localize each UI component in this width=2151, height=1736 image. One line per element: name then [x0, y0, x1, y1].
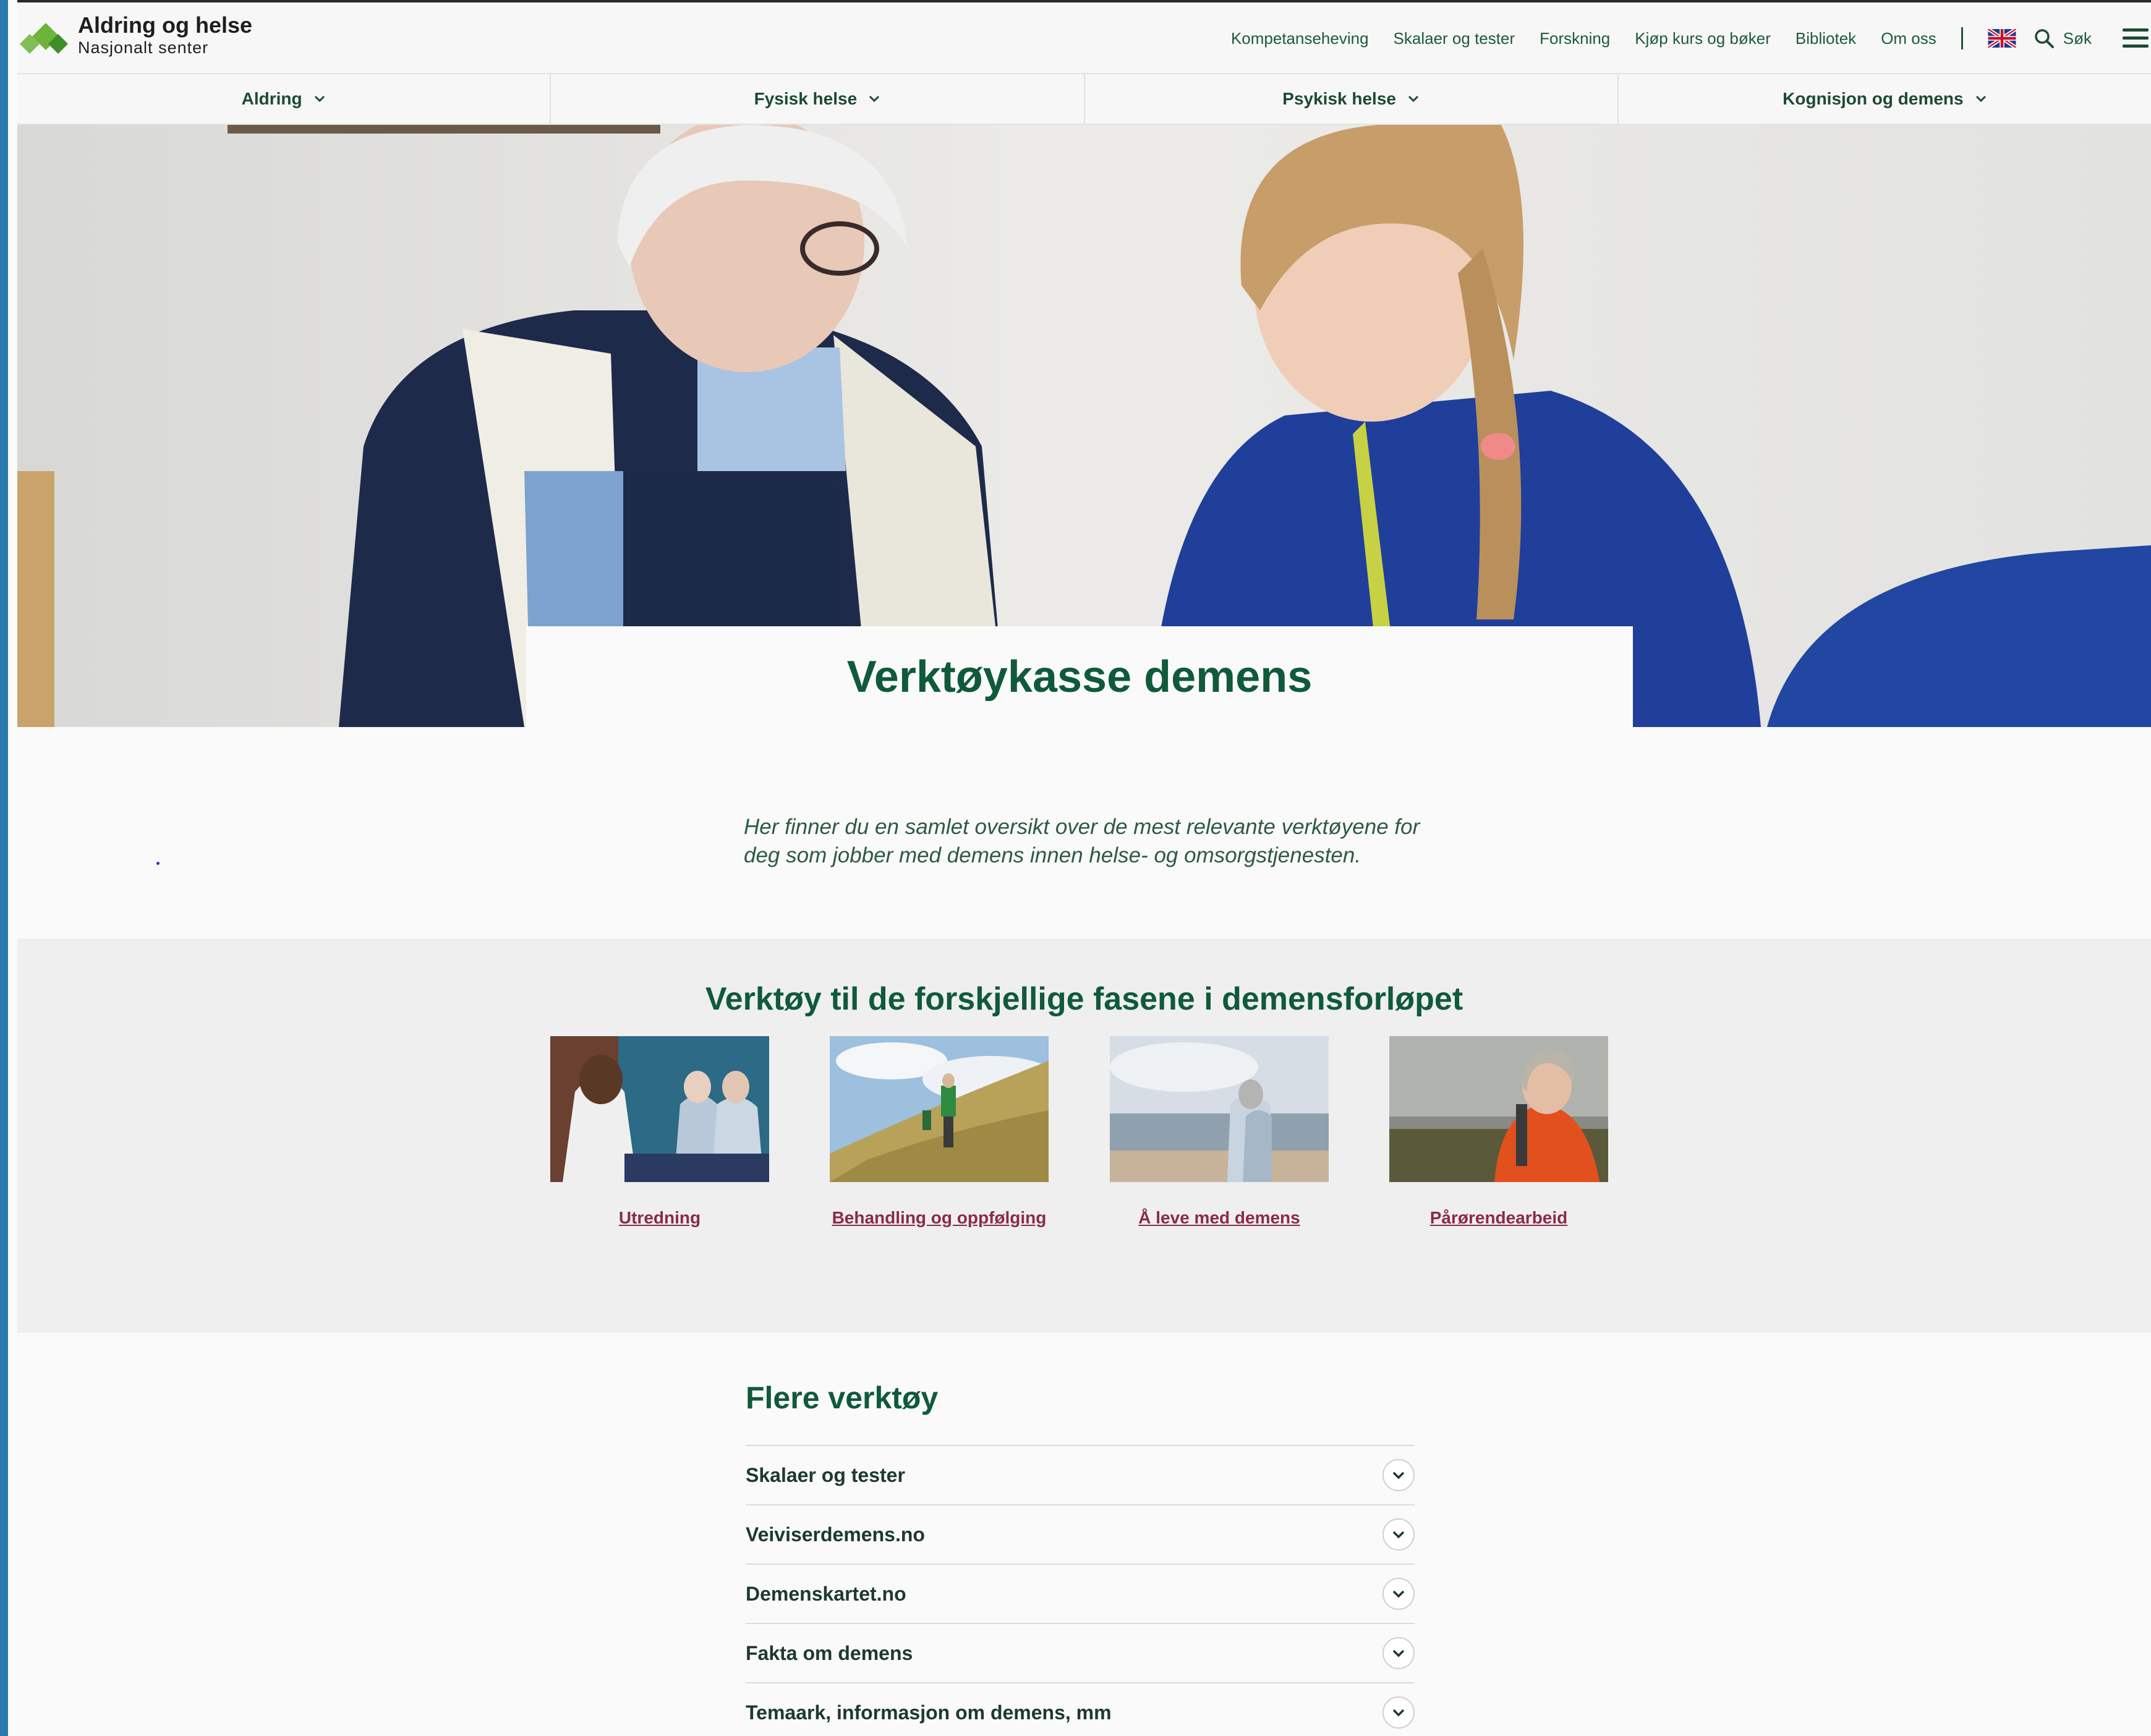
phase-card-utredning: Utredning — [550, 1036, 769, 1229]
chevron-down-icon[interactable] — [1382, 1578, 1415, 1610]
mainnav-aldring[interactable]: Aldring — [17, 74, 552, 124]
chevron-down-icon — [1408, 95, 1419, 103]
mainnav-fysisk-helse[interactable]: Fysisk helse — [551, 74, 1085, 124]
more-tools-title: Flere verktøy — [746, 1381, 939, 1415]
hamburger-menu-icon[interactable] — [2120, 26, 2151, 51]
chevron-down-icon — [869, 95, 880, 103]
accordion-item-skalaer[interactable]: Skalaer og tester — [746, 1445, 1415, 1504]
brand-name[interactable]: Aldring og helse — [78, 12, 252, 38]
site-header: Aldring og helse Nasjonalt senter Kompet… — [17, 0, 2151, 74]
phase-link-behandling[interactable]: Behandling og oppfølging — [830, 1207, 1049, 1229]
topnav-bibliotek[interactable]: Bibliotek — [1795, 29, 1856, 48]
phase-card-behandling: Behandling og oppfølging — [830, 1036, 1049, 1229]
accordion-item-demenskartet[interactable]: Demenskartet.no — [746, 1564, 1415, 1623]
main-navigation: Aldring Fysisk helse Psykisk helse Kogni… — [17, 74, 2151, 125]
phases-title: Verktøy til de forskjellige fasene i dem… — [705, 981, 1463, 1017]
search-icon[interactable] — [2034, 28, 2055, 49]
topnav-kompetanseheving[interactable]: Kompetanseheving — [1231, 29, 1369, 48]
chevron-down-icon — [1975, 95, 1986, 103]
phase-link-parorendearbeid[interactable]: Pårørendearbeid — [1389, 1207, 1608, 1229]
accordion-label: Demenskartet.no — [746, 1582, 906, 1605]
intro-text: Her finner du en samlet oversikt over de… — [744, 815, 1420, 867]
accordion-item-veiviserdemens[interactable]: Veiviserdemens.no — [746, 1504, 1415, 1564]
phases-section: Verktøy til de forskjellige fasene i dem… — [17, 938, 2151, 1333]
phase-image[interactable] — [1389, 1036, 1608, 1182]
brand-subtitle: Nasjonalt senter — [78, 38, 209, 57]
topnav-skalaer-og-tester[interactable]: Skalaer og tester — [1394, 29, 1515, 48]
uk-flag-icon[interactable] — [1987, 29, 2016, 48]
top-navigation: Kompetanseheving Skalaer og tester Forsk… — [1231, 2, 2151, 74]
phase-card-parorendearbeid: Pårørendearbeid — [1389, 1036, 1608, 1229]
mainnav-kognisjon-og-demens[interactable]: Kognisjon og demens — [1619, 74, 2151, 124]
phase-image[interactable] — [830, 1036, 1049, 1182]
mainnav-label: Kognisjon og demens — [1783, 89, 1964, 108]
phase-image[interactable] — [550, 1036, 769, 1182]
page-title: Verktøykasse demens — [846, 652, 1313, 702]
hero-title-card: Verktøykasse demens — [526, 626, 1633, 728]
chevron-down-icon[interactable] — [1382, 1637, 1415, 1669]
nav-divider — [1961, 27, 1963, 49]
mainnav-psykisk-helse[interactable]: Psykisk helse — [1085, 74, 1619, 124]
chevron-down-icon[interactable] — [1382, 1459, 1415, 1491]
logo-icon[interactable] — [19, 16, 72, 57]
chevron-down-icon[interactable] — [1382, 1696, 1415, 1729]
phase-link-utredning[interactable]: Utredning — [550, 1207, 769, 1229]
mainnav-label: Fysisk helse — [754, 89, 858, 108]
accordion-label: Fakta om demens — [746, 1641, 913, 1664]
topnav-forskning[interactable]: Forskning — [1540, 29, 1610, 48]
page: Aldring og helse Nasjonalt senter Kompet… — [17, 0, 2151, 1736]
phase-card-leve-med-demens: Å leve med demens — [1110, 1036, 1329, 1229]
chevron-down-icon — [314, 95, 325, 103]
phase-link-leve-med-demens[interactable]: Å leve med demens — [1110, 1207, 1329, 1229]
stray-dot — [156, 862, 160, 865]
accordion-label: Temaark, informasjon om demens, mm — [746, 1701, 1112, 1724]
chevron-down-icon[interactable] — [1382, 1518, 1415, 1551]
accordion-item-fakta-om-demens[interactable]: Fakta om demens — [746, 1623, 1415, 1682]
search-link[interactable]: Søk — [2063, 29, 2092, 48]
more-tools-accordion: Skalaer og tester Veiviserdemens.no Deme… — [746, 1445, 1415, 1736]
topnav-om-oss[interactable]: Om oss — [1881, 29, 1936, 48]
mainnav-label: Psykisk helse — [1282, 89, 1396, 108]
accordion-label: Veiviserdemens.no — [746, 1523, 925, 1546]
accordion-label: Skalaer og tester — [746, 1463, 905, 1486]
browser-edge — [0, 0, 8, 1736]
accordion-item-temaark[interactable]: Temaark, informasjon om demens, mm — [746, 1682, 1415, 1736]
phase-image[interactable] — [1110, 1036, 1329, 1182]
mainnav-label: Aldring — [241, 89, 302, 108]
topnav-kjop-kurs[interactable]: Kjøp kurs og bøker — [1635, 29, 1771, 48]
